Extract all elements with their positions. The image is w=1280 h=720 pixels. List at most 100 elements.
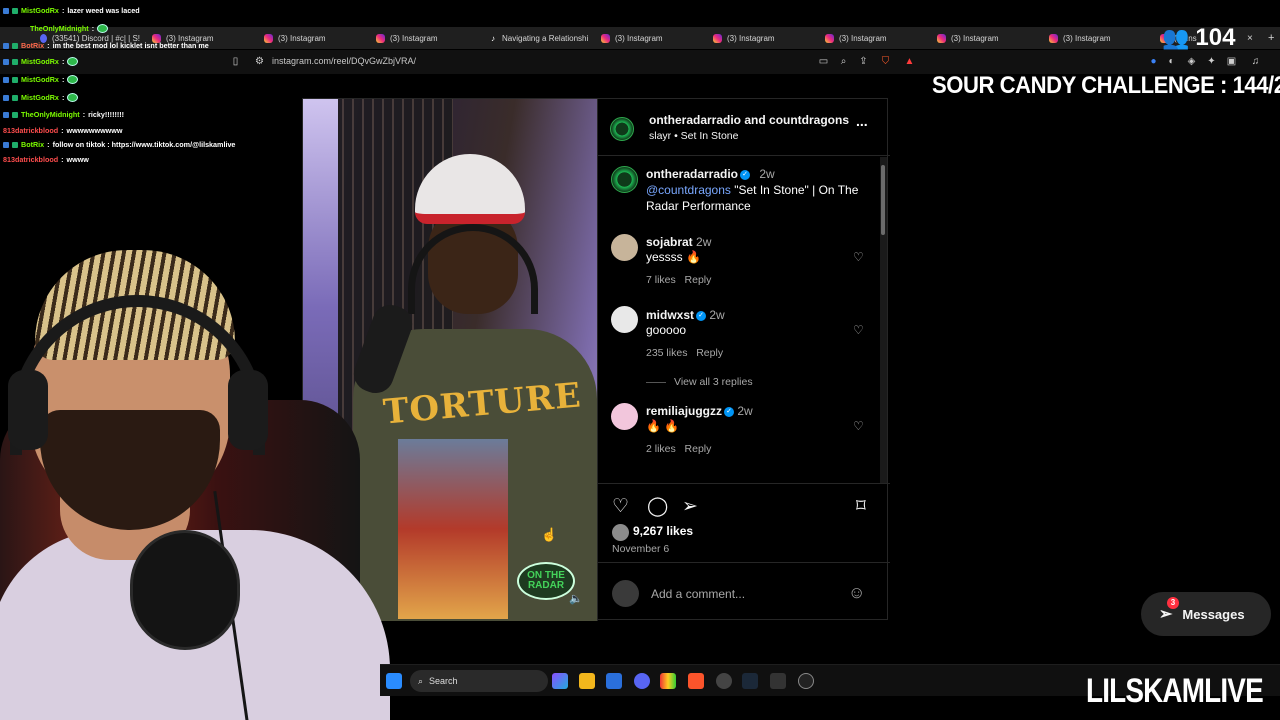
share-icon[interactable]: ➢ xyxy=(682,495,698,518)
sub-badge-icon xyxy=(12,7,18,14)
tab-instagram[interactable]: (3) Instagram xyxy=(264,30,364,46)
like-comment-icon[interactable]: ♡ xyxy=(853,323,864,337)
add-comment-bar: Add a comment... ☺ xyxy=(598,562,890,622)
verified-icon: ✓ xyxy=(740,169,751,180)
chrome-icon[interactable] xyxy=(660,673,676,689)
tab-instagram[interactable]: (3) Instagram xyxy=(825,30,925,46)
screen-icon[interactable]: ▭ xyxy=(818,56,829,67)
extension-icon[interactable]: ● xyxy=(1148,56,1159,67)
viewers-icon: 👥 xyxy=(1162,25,1190,50)
brave-icon[interactable] xyxy=(688,673,704,689)
instagram-icon xyxy=(713,33,722,43)
like-icon[interactable]: ♡ xyxy=(612,495,629,518)
extension-icon[interactable]: ◈ xyxy=(1186,56,1197,67)
chat-message: TheOnlyMidnight: xyxy=(30,24,111,33)
verified-icon: ✓ xyxy=(696,310,707,321)
audio-track[interactable]: slayr • Set In Stone xyxy=(649,130,738,142)
steam-icon[interactable] xyxy=(742,673,758,689)
discord-icon[interactable] xyxy=(634,673,650,689)
instagram-icon xyxy=(825,33,834,43)
music-icon[interactable]: ♫ xyxy=(1250,56,1261,67)
emote-icon xyxy=(67,75,79,84)
microphone xyxy=(130,530,240,650)
sub-badge-icon xyxy=(12,94,18,101)
file-explorer-icon[interactable] xyxy=(579,673,595,689)
store-icon[interactable] xyxy=(606,673,622,689)
avatar[interactable] xyxy=(610,117,634,141)
start-icon[interactable] xyxy=(386,673,402,689)
avatar[interactable] xyxy=(611,403,638,430)
likes-count[interactable]: 9,267 likes xyxy=(633,524,693,538)
chat-message: TheOnlyMidnight: ricky!!!!!!!! xyxy=(3,110,124,119)
like-comment-icon[interactable]: ♡ xyxy=(853,250,864,264)
4k-app-icon[interactable] xyxy=(798,673,814,689)
like-comment-icon[interactable]: ♡ xyxy=(853,419,864,433)
streamer-webcam xyxy=(0,240,390,720)
tab-instagram[interactable]: (3) Instagram xyxy=(1049,30,1149,46)
zoom-icon[interactable]: ⌕ xyxy=(838,56,849,67)
site-info-icon[interactable]: ⚙ xyxy=(254,56,265,67)
post-date: November 6 xyxy=(612,543,670,555)
instagram-icon xyxy=(264,33,273,43)
on-the-radar-logo: ON THE RADAR xyxy=(517,562,575,600)
puzzle-icon[interactable]: ✦ xyxy=(1206,56,1217,67)
avatar[interactable] xyxy=(611,234,638,261)
brave-shield-icon[interactable]: ⛉ xyxy=(880,56,891,67)
comment-icon[interactable]: ◯ xyxy=(647,495,668,518)
extension-icon[interactable]: ◐ xyxy=(1166,56,1177,67)
copilot-icon[interactable] xyxy=(552,673,568,689)
bot-badge-icon xyxy=(12,141,18,148)
avatar[interactable] xyxy=(611,306,638,333)
emote-icon xyxy=(67,57,79,66)
obs-icon[interactable] xyxy=(716,673,732,689)
sidebar-icon[interactable]: ▣ xyxy=(1226,56,1237,67)
mute-icon[interactable]: 🔈 xyxy=(569,592,583,605)
avatar xyxy=(612,580,639,607)
mod-badge-icon xyxy=(3,58,9,65)
chat-message: MistGodRx: xyxy=(3,57,81,66)
view-replies-button[interactable]: View all 3 replies xyxy=(646,376,753,388)
reply-button[interactable]: Reply xyxy=(696,347,723,359)
reply-button[interactable]: Reply xyxy=(685,274,712,286)
verified-icon: ✓ xyxy=(724,406,735,417)
chat-message: 813datrickblood: wwww xyxy=(3,155,89,164)
tab-instagram[interactable]: (3) Instagram xyxy=(601,30,701,46)
instagram-icon xyxy=(937,33,946,43)
chat-message: BotRix: im the best mod lol kicklet isnt … xyxy=(3,41,209,50)
mouse-cursor-icon: ☝ xyxy=(541,527,558,542)
messages-button[interactable]: ➢ 3 Messages xyxy=(1141,592,1271,636)
chat-message: MistGodRx: lazer weed was laced xyxy=(3,6,140,15)
tab-instagram[interactable]: (3) Instagram xyxy=(937,30,1037,46)
instagram-icon xyxy=(376,33,385,43)
tab-tiktok[interactable]: ♪ Navigating a Relationshi xyxy=(489,30,589,46)
brave-rewards-icon[interactable]: ▲ xyxy=(904,56,915,67)
mod-badge-icon xyxy=(3,76,9,83)
instagram-icon xyxy=(1049,33,1058,43)
bookmark-icon[interactable]: ▯ xyxy=(230,56,241,67)
chat-message: BotRix: follow on tiktok : https://www.ti… xyxy=(3,140,235,149)
unread-badge: 3 xyxy=(1167,597,1179,609)
more-options-icon[interactable]: ... xyxy=(856,113,868,129)
tab-instagram[interactable]: (3) Instagram xyxy=(713,30,813,46)
comments-scrollbar[interactable] xyxy=(880,157,887,483)
share-icon[interactable]: ⇪ xyxy=(858,56,869,67)
close-tab-icon[interactable]: × xyxy=(1247,30,1257,46)
new-tab-icon[interactable]: + xyxy=(1268,30,1278,46)
reply-button[interactable]: Reply xyxy=(685,443,712,455)
tab-instagram[interactable]: (3) Instagram xyxy=(376,30,476,46)
app-icon[interactable] xyxy=(770,673,786,689)
chat-message: MistGodRx: xyxy=(3,93,81,102)
avatar[interactable] xyxy=(611,166,638,193)
emote-icon xyxy=(97,24,109,33)
emoji-icon[interactable]: ☺ xyxy=(848,583,865,603)
comment-input[interactable]: Add a comment... xyxy=(651,587,745,601)
instagram-icon xyxy=(601,33,610,43)
post-authors[interactable]: ontheradarradio and countdragons xyxy=(649,113,849,127)
mod-badge-icon xyxy=(3,141,9,148)
url-field[interactable]: instagram.com/reel/DQvGwZbjVRA/ xyxy=(272,56,416,66)
sub-badge-icon xyxy=(12,58,18,65)
save-icon[interactable]: ⌑ xyxy=(856,495,866,518)
taskbar-search[interactable]: ⌕ Search xyxy=(410,670,548,692)
mod-badge-icon xyxy=(3,7,9,14)
post-header: ontheradarradio and countdragons slayr •… xyxy=(598,99,890,156)
